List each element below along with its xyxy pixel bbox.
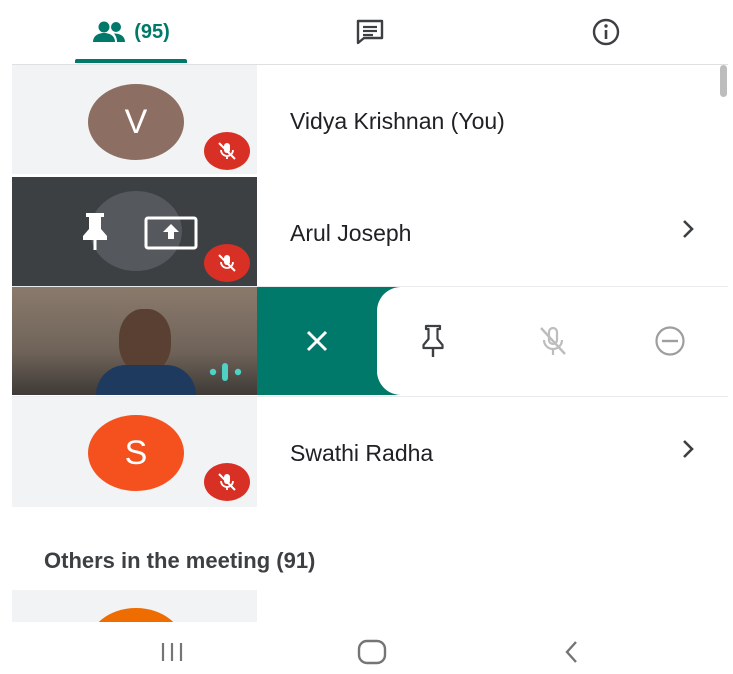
- system-nav-bar: [0, 630, 733, 674]
- close-actions-button[interactable]: [257, 287, 377, 395]
- mic-muted-badge: [204, 463, 250, 501]
- chat-icon: [355, 18, 385, 46]
- pin-button[interactable]: [76, 210, 114, 257]
- participant-row[interactable]: S Swathi Radha: [12, 397, 728, 507]
- participant-tile: [12, 177, 257, 286]
- actions-tray: [377, 287, 728, 395]
- participant-row-expanded[interactable]: [12, 287, 728, 395]
- recents-button[interactable]: [140, 630, 204, 674]
- person-head: [119, 309, 171, 373]
- avatar: V: [88, 84, 184, 160]
- pin-icon: [422, 324, 444, 357]
- participant-count: (95): [134, 20, 170, 43]
- mic-off-icon: [540, 326, 566, 355]
- list-bottom-edge: [0, 622, 733, 630]
- self-video-tile: [12, 287, 257, 395]
- participant-tile: [12, 590, 257, 622]
- mic-off-icon: [218, 142, 236, 160]
- back-button[interactable]: [540, 630, 604, 674]
- pin-filled-icon: [83, 213, 107, 250]
- pin-participant-button[interactable]: [393, 287, 473, 395]
- avatar: [88, 608, 184, 622]
- avatar: S: [88, 415, 184, 491]
- participant-row[interactable]: Arul Joseph: [12, 177, 728, 286]
- participant-actions: [257, 287, 728, 395]
- mute-participant-button[interactable]: [513, 287, 593, 395]
- participant-tile: V: [12, 65, 257, 174]
- chevron-right-icon[interactable]: [678, 437, 698, 468]
- recents-icon: [161, 643, 183, 661]
- person-body: [96, 365, 196, 395]
- participant-name: Arul Joseph: [290, 220, 412, 246]
- tab-indicator: [75, 59, 187, 63]
- present-button[interactable]: [143, 215, 199, 256]
- tab-people[interactable]: (95): [75, 0, 187, 64]
- remove-icon: [655, 326, 685, 356]
- mic-off-icon: [218, 473, 236, 491]
- participant-name: Vidya Krishnan (You): [290, 108, 505, 134]
- mic-muted-badge: [204, 132, 250, 170]
- participant-name: Swathi Radha: [290, 440, 434, 466]
- close-icon: [306, 330, 328, 352]
- tab-info[interactable]: [556, 0, 656, 64]
- info-icon: [591, 17, 621, 47]
- home-button[interactable]: [340, 630, 404, 674]
- avatar-initial: S: [124, 433, 148, 472]
- participant-row[interactable]: V Vidya Krishnan (You): [12, 65, 728, 174]
- back-icon: [565, 641, 577, 663]
- avatar-initial: V: [124, 102, 148, 141]
- present-screen-icon: [144, 216, 198, 250]
- speaking-indicator-icon: [208, 361, 246, 388]
- others-heading: Others in the meeting (91): [44, 548, 316, 573]
- tab-chat[interactable]: [320, 0, 420, 64]
- home-icon: [357, 639, 387, 665]
- remove-participant-button[interactable]: [630, 287, 710, 395]
- mic-off-icon: [218, 254, 236, 272]
- chevron-right-icon[interactable]: [678, 217, 698, 248]
- people-icon: [92, 20, 126, 44]
- participant-tile: S: [12, 397, 257, 507]
- tab-bar: (95): [0, 0, 733, 64]
- mic-muted-badge: [204, 244, 250, 282]
